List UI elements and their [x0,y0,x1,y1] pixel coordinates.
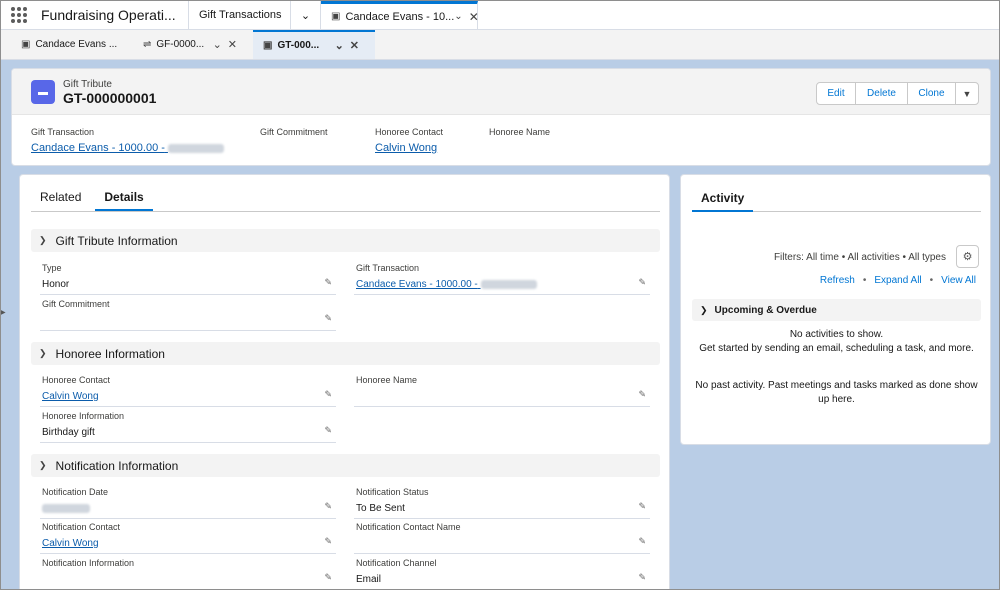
activity-filters: Filters: All time • All activities • All… [773,252,946,263]
field-gift-transaction: Gift Transaction Candace Evans - 1000.00… [354,259,650,295]
app-launcher-button[interactable] [1,1,37,29]
edit-pencil-icon[interactable]: ✎ [324,572,332,583]
edit-pencil-icon[interactable]: ✎ [638,389,646,400]
field-gift-commitment: Gift Commitment ✎ [40,295,336,331]
app-name: Fundraising Operati... [37,1,189,29]
upcoming-overdue-section[interactable]: ❯ Upcoming & Overdue [692,299,981,321]
details-card: Related Details ❯ Gift Tribute Informati… [19,174,670,589]
field-honoree-name: Honoree Name ✎ [354,371,650,407]
subtab-gift-tribute[interactable]: ▣ GT-000... ⌄✕ [253,30,375,59]
record-title: GT-000000001 [63,90,157,106]
subtab-controls[interactable]: ⌄✕ [213,38,243,51]
highlight-gift-commitment: Gift Commitment [260,127,328,137]
field-honoree-contact: Honoree Contact Calvin Wong ✎ [40,371,336,407]
chevron-down-icon: ❯ [39,348,47,358]
edit-pencil-icon[interactable]: ✎ [324,536,332,547]
chevron-down-icon: ❯ [39,460,47,470]
redacted-date [480,279,537,289]
tab-related[interactable]: Related [31,190,90,211]
more-actions-button[interactable]: ▼ [955,82,979,105]
no-activities-message: No activities to show. [789,329,884,340]
record-actions: Edit Delete Clone ▼ [816,82,979,105]
field-notification-status: Notification Status To Be Sent ✎ [354,483,650,519]
subtab-controls[interactable]: ⌄✕ [335,39,365,52]
nav-tab-candace-evans[interactable]: ▣ Candace Evans - 10... ⌄ ✕ [321,1,479,29]
redacted-date [167,143,224,153]
edit-pencil-icon[interactable]: ✎ [324,313,332,324]
field-notification-information: Notification Information ✎ [40,554,336,589]
field-notification-date: Notification Date ✎ [40,483,336,519]
refresh-link[interactable]: Refresh [820,275,855,286]
redacted-date [42,503,90,513]
tab-activity[interactable]: Activity [692,191,754,212]
expand-all-link[interactable]: Expand All [874,275,921,286]
section-notification-information[interactable]: ❯ Notification Information [31,454,660,477]
section-gift-tribute-information[interactable]: ❯ Gift Tribute Information [31,229,660,252]
subtab-candace-evans[interactable]: ▣ Candace Evans ... [11,30,133,59]
nav-tab-label: Gift Transactions [199,9,282,21]
workspace-subtabs: ▣ Candace Evans ... ⇌ GF-0000... ⌄✕ ▣ GT… [1,30,999,60]
subtab-gift-commitment[interactable]: ⇌ GF-0000... ⌄✕ [133,30,253,59]
record-icon: ▣ [21,39,31,50]
chevron-down-icon: ⌄ [300,9,311,22]
nav-tab-label: Candace Evans - 10... [345,10,455,23]
object-type-label: Gift Tribute [63,79,112,90]
nav-tab-menu-button[interactable]: ⌄ [291,1,321,29]
field-notification-channel: Notification Channel Email ✎ [354,554,650,589]
global-nav: Fundraising Operati... Gift Transactions… [1,1,999,30]
record-icon: ▣ [263,40,273,51]
subtab-label: GF-0000... [156,39,205,50]
edit-pencil-icon[interactable]: ✎ [324,501,332,512]
edit-pencil-icon[interactable]: ✎ [638,277,646,288]
transfer-icon: ⇌ [143,39,152,50]
record-header: ▬ Gift Tribute GT-000000001 Edit Delete … [11,68,991,166]
chevron-down-icon: ❯ [700,304,708,315]
record-icon: ▣ [331,11,341,22]
activity-links: Refresh • Expand All • View All [819,275,976,286]
field-notification-contact-name: Notification Contact Name ✎ [354,518,650,554]
edit-pencil-icon[interactable]: ✎ [324,425,332,436]
edit-button[interactable]: Edit [816,82,856,105]
gift-transaction-link[interactable]: Candace Evans - 1000.00 - [31,142,165,154]
utility-panel-handle[interactable]: ▶ [1,309,6,316]
honoree-contact-link[interactable]: Calvin Wong [42,391,99,402]
app-window: Fundraising Operati... Gift Transactions… [0,0,1000,590]
activity-tabs: Activity [692,175,981,212]
section-honoree-information[interactable]: ❯ Honoree Information [31,342,660,365]
highlight-gift-transaction: Gift Transaction Candace Evans - 1000.00… [31,127,224,154]
gear-icon: ⚙ [962,251,973,263]
edit-pencil-icon[interactable]: ✎ [324,277,332,288]
tab-details[interactable]: Details [95,190,153,211]
no-past-activity-message: No past activity. Past meetings and task… [695,380,978,405]
gift-tribute-icon: ▬ [31,80,55,104]
field-notification-contact: Notification Contact Calvin Wong ✎ [40,518,336,554]
nav-tab-gift-transactions[interactable]: Gift Transactions [189,1,291,29]
edit-pencil-icon[interactable]: ✎ [638,501,646,512]
chevron-down-icon: ▼ [962,88,972,99]
highlight-honoree-contact: Honoree Contact Calvin Wong [375,127,444,154]
highlight-honoree-name: Honoree Name [489,127,551,137]
delete-button[interactable]: Delete [855,82,908,105]
edit-pencil-icon[interactable]: ✎ [638,572,646,583]
record-tabs: Related Details [31,175,660,212]
edit-pencil-icon[interactable]: ✎ [638,536,646,547]
honoree-contact-link[interactable]: Calvin Wong [375,142,443,154]
clone-button[interactable]: Clone [907,82,956,105]
notification-contact-link[interactable]: Calvin Wong [42,538,99,549]
field-type: Type Honor ✎ [40,259,336,295]
subtab-label: GT-000... [277,40,320,51]
field-honoree-information: Honoree Information Birthday gift ✎ [40,407,336,443]
chevron-down-icon: ❯ [39,235,47,245]
activity-card: Activity Filters: All time • All activit… [680,174,991,445]
get-started-message: Get started by sending an email, schedul… [699,343,974,354]
chevron-down-icon[interactable]: ⌄ [454,11,462,22]
close-icon[interactable]: ✕ [469,10,479,24]
view-all-link[interactable]: View All [941,275,976,286]
filter-settings-button[interactable]: ⚙ [956,245,979,268]
gift-transaction-link[interactable]: Candace Evans - 1000.00 - [356,279,478,290]
edit-pencil-icon[interactable]: ✎ [324,389,332,400]
subtab-label: Candace Evans ... [35,39,118,50]
app-launcher-icon [11,7,27,23]
